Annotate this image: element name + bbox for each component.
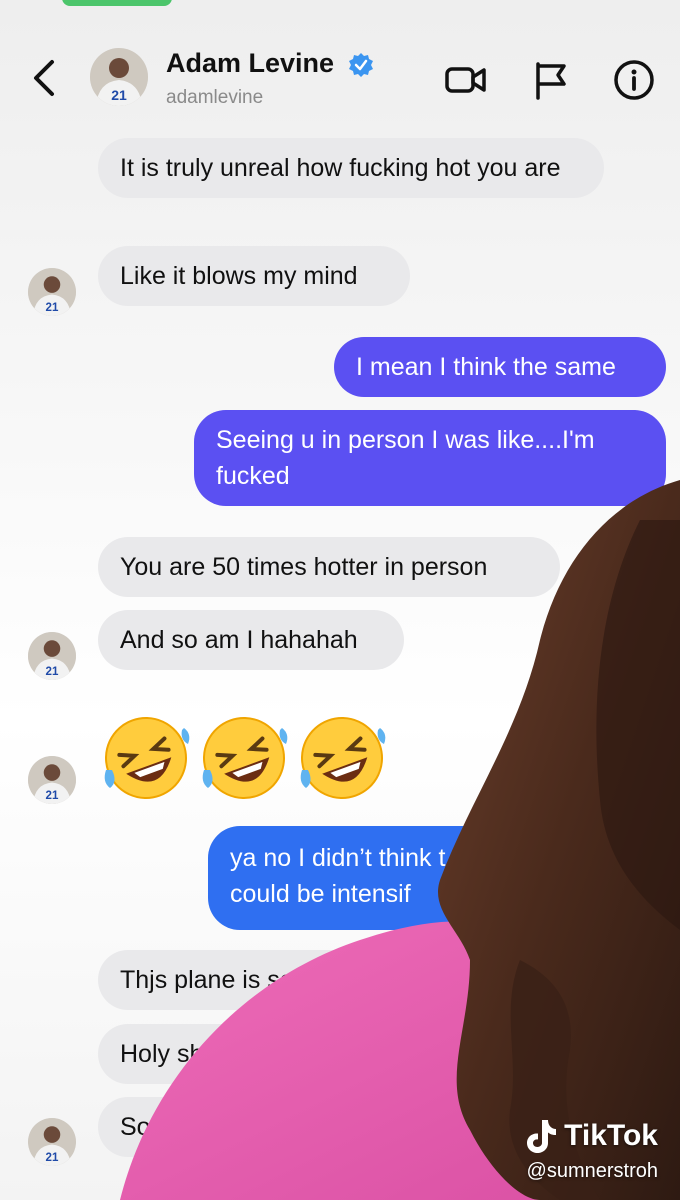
tiktok-brand-text: TikTok [564, 1119, 658, 1152]
person-overlay-image [120, 480, 680, 1200]
tiktok-logo: TikTok [524, 1118, 658, 1154]
tiktok-note-icon [527, 1120, 557, 1153]
tiktok-watermark: TikTok @sumnerstroh [524, 1118, 658, 1183]
creator-handle: @sumnerstroh [526, 1160, 658, 1182]
